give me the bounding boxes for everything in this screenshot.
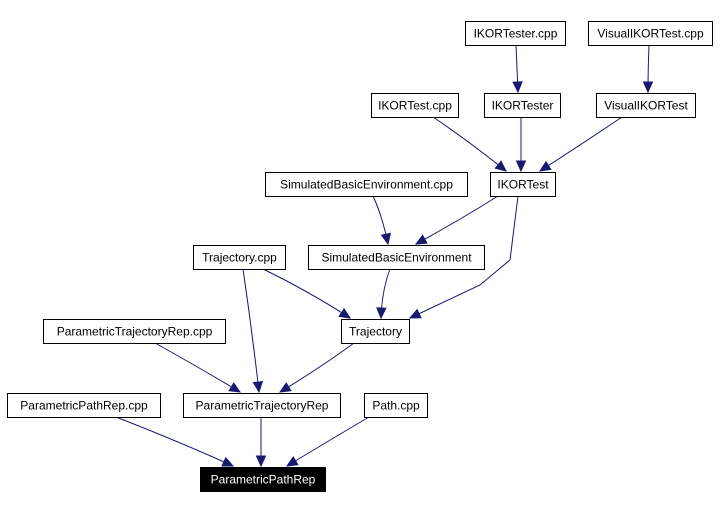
node-parampathrep-cpp[interactable]: ParametricPathRep.cpp: [7, 393, 161, 418]
arrowhead-icon: [228, 382, 242, 393]
node-simbasicenv-cpp[interactable]: SimulatedBasicEnvironment.cpp: [265, 172, 468, 197]
node-label: SimulatedBasicEnvironment.cpp: [280, 178, 453, 192]
arrowhead-icon: [414, 234, 428, 245]
edge-line: [154, 342, 241, 393]
edge-path_cpp-to-parampathrep: [285, 416, 370, 467]
node-label: ParametricTrajectoryRep.cpp: [57, 325, 213, 339]
edge-visualikortest-to-ikortest: [538, 116, 623, 172]
node-paramtrajrep-cpp[interactable]: ParametricTrajectoryRep.cpp: [43, 319, 226, 344]
edge-simbasicenv_cpp-to-simbasicenv: [372, 195, 392, 246]
edge-line: [262, 268, 351, 319]
node-label: Trajectory.cpp: [202, 251, 277, 265]
edge-trajectory_cpp-to-paramtrajrep: [242, 268, 264, 394]
node-paramtrajrep[interactable]: ParametricTrajectoryRep: [183, 393, 341, 418]
arrowhead-icon: [408, 308, 422, 319]
node-ikortest[interactable]: IKORTest: [490, 172, 556, 197]
nodes-layer: IKORTester.cpp VisualIKORTest.cpp IKORTest…: [7, 21, 713, 492]
node-label: IKORTester.cpp: [474, 27, 558, 41]
edge-line: [415, 195, 499, 245]
node-label: SimulatedBasicEnvironment: [321, 251, 472, 265]
edge-paramtrajrep_cpp-to-paramtrajrep: [154, 342, 242, 393]
arrowhead-icon: [380, 232, 392, 246]
node-label: VisualIKORTest: [604, 99, 688, 113]
edge-line: [115, 416, 234, 467]
edge-ikortester-to-ikortest: [515, 116, 527, 173]
node-label: IKORTest: [497, 178, 549, 192]
edge-line: [432, 116, 507, 172]
node-label: ParametricPathRep.cpp: [20, 399, 148, 413]
node-visualikortest-cpp[interactable]: VisualIKORTest.cpp: [588, 21, 713, 46]
node-label: Trajectory: [349, 325, 402, 339]
node-label: IKORTester: [492, 99, 554, 113]
edge-line: [539, 116, 623, 172]
arrowhead-icon: [494, 160, 507, 172]
edge-ikortest-to-simbasicenv: [414, 195, 499, 245]
node-ikortester[interactable]: IKORTester: [484, 93, 561, 118]
arrowhead-icon: [538, 160, 552, 172]
edge-visualikortest_cpp-to-visualikortest: [642, 44, 654, 94]
edge-ikortester_cpp-to-ikortester: [512, 44, 523, 94]
node-visualikortest[interactable]: VisualIKORTest: [596, 93, 696, 118]
edge-line: [286, 416, 370, 467]
edge-simbasicenv-to-trajectory: [376, 268, 391, 320]
node-ikortester-cpp[interactable]: IKORTester.cpp: [465, 21, 566, 46]
arrowhead-icon: [338, 307, 352, 319]
edge-line: [242, 268, 260, 393]
arrowhead-icon: [512, 81, 523, 94]
arrowhead-icon: [285, 456, 299, 467]
arrowhead-icon: [221, 456, 235, 467]
arrowhead-icon: [642, 81, 654, 94]
arrowhead-icon: [255, 455, 267, 468]
node-label: ParametricPathRep: [211, 473, 316, 487]
node-path-cpp[interactable]: Path.cpp: [364, 393, 428, 418]
edge-ikortest_cpp-to-ikortest: [432, 116, 507, 172]
node-label: IKORTest.cpp: [378, 99, 452, 113]
edge-trajectory-to-paramtrajrep: [278, 342, 355, 393]
node-trajectory[interactable]: Trajectory: [341, 319, 410, 344]
node-label: ParametricTrajectoryRep: [196, 399, 329, 413]
arrowhead-icon: [278, 382, 292, 393]
edge-paramtrajrep-to-parampathrep: [255, 417, 267, 468]
arrowhead-icon: [252, 380, 264, 394]
node-label: Path.cpp: [372, 399, 420, 413]
edge-trajectory_cpp-to-trajectory: [262, 268, 352, 319]
dependency-graph: IKORTester.cpp VisualIKORTest.cpp IKORTest…: [7, 21, 713, 492]
arrowhead-icon: [376, 307, 387, 320]
node-ikortest-cpp[interactable]: IKORTest.cpp: [371, 93, 459, 118]
edge-line: [279, 342, 355, 393]
edge-parampathrep_cpp-to-parampathrep: [115, 416, 235, 467]
node-trajectory-cpp[interactable]: Trajectory.cpp: [193, 245, 286, 270]
node-simbasicenv[interactable]: SimulatedBasicEnvironment: [308, 245, 485, 270]
node-label: VisualIKORTest.cpp: [597, 27, 704, 41]
arrowhead-icon: [515, 160, 527, 173]
node-parampathrep[interactable]: ParametricPathRep: [200, 467, 326, 492]
